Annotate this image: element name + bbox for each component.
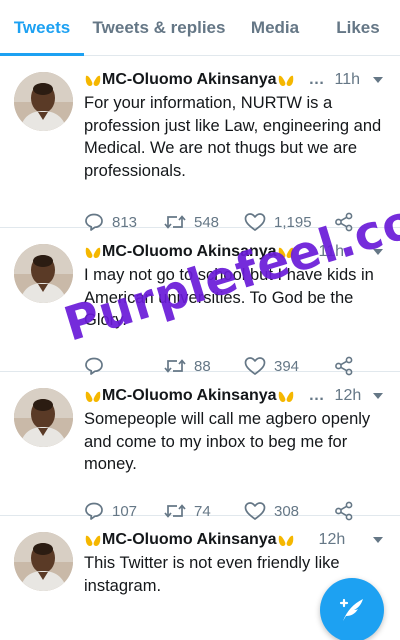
clapping-hands-emoji-icon [85, 391, 101, 402]
author-name[interactable]: MC-Oluomo Akinsanya [102, 531, 277, 549]
tweet-header: MC-Oluomo Akinsanya … 11h [84, 68, 388, 92]
tweet-text: I may not go to school but I have kids i… [84, 266, 374, 329]
author-name[interactable]: MC-Oluomo Akinsanya [102, 243, 277, 261]
avatar-image [14, 532, 73, 591]
avatar-image [14, 244, 73, 303]
tweet-feed: MC-Oluomo Akinsanya … 11h For your infor… [0, 56, 400, 640]
avatar[interactable] [14, 532, 73, 591]
tweet-item[interactable]: MC-Oluomo Akinsanya 11h I may not go to … [0, 228, 400, 376]
avatar[interactable] [14, 244, 73, 303]
tweet-time: 11h [334, 71, 361, 88]
tweet-text: For your information, NURTW is a profess… [84, 94, 382, 180]
clapping-hands-emoji-icon [85, 247, 101, 258]
clapping-hands-emoji-icon [278, 75, 293, 86]
tab-media[interactable]: Media [234, 0, 316, 55]
handle-ellipsis: … [308, 71, 325, 88]
clapping-hands-emoji-icon [278, 535, 293, 546]
avatar[interactable] [14, 388, 73, 447]
avatar-image [14, 388, 73, 447]
author-name[interactable]: MC-Oluomo Akinsanya [102, 387, 277, 405]
tweet-header: MC-Oluomo Akinsanya … 12h [84, 384, 388, 408]
tweet-item[interactable]: MC-Oluomo Akinsanya … 12h Somepeople wil… [0, 372, 400, 521]
avatar[interactable] [14, 72, 73, 131]
tweet-header: MC-Oluomo Akinsanya 12h [84, 528, 388, 552]
tab-tweets-and-replies[interactable]: Tweets & replies [84, 0, 234, 55]
clapping-hands-emoji-icon [278, 391, 293, 402]
chevron-down-icon[interactable] [370, 532, 386, 548]
tweet-time: 12h [334, 387, 362, 404]
tweet-time: 12h [318, 531, 346, 548]
handle-ellipsis: … [308, 387, 325, 404]
tab-tweets[interactable]: Tweets [0, 0, 84, 56]
tab-likes[interactable]: Likes [316, 0, 400, 55]
tweet-item[interactable]: MC-Oluomo Akinsanya … 11h For your infor… [0, 56, 400, 232]
author-name[interactable]: MC-Oluomo Akinsanya [102, 71, 277, 89]
tweet-header: MC-Oluomo Akinsanya 11h [84, 240, 388, 264]
clapping-hands-emoji-icon [85, 75, 101, 86]
avatar-image [14, 72, 73, 131]
tweet-time: 11h [318, 243, 345, 260]
chevron-down-icon[interactable] [370, 388, 386, 404]
compose-tweet-icon [339, 598, 363, 621]
chevron-down-icon[interactable] [370, 244, 386, 260]
profile-tabs: Tweets Tweets & replies Media Likes [0, 0, 400, 56]
clapping-hands-emoji-icon [85, 535, 101, 546]
tweet-text: Somepeople will call me agbero openly an… [84, 410, 371, 473]
compose-tweet-button[interactable] [320, 578, 384, 640]
clapping-hands-emoji-icon [278, 247, 293, 258]
chevron-down-icon[interactable] [370, 72, 386, 88]
profile-tweets-screen: Tweets Tweets & replies Media Likes MC-O… [0, 0, 400, 640]
